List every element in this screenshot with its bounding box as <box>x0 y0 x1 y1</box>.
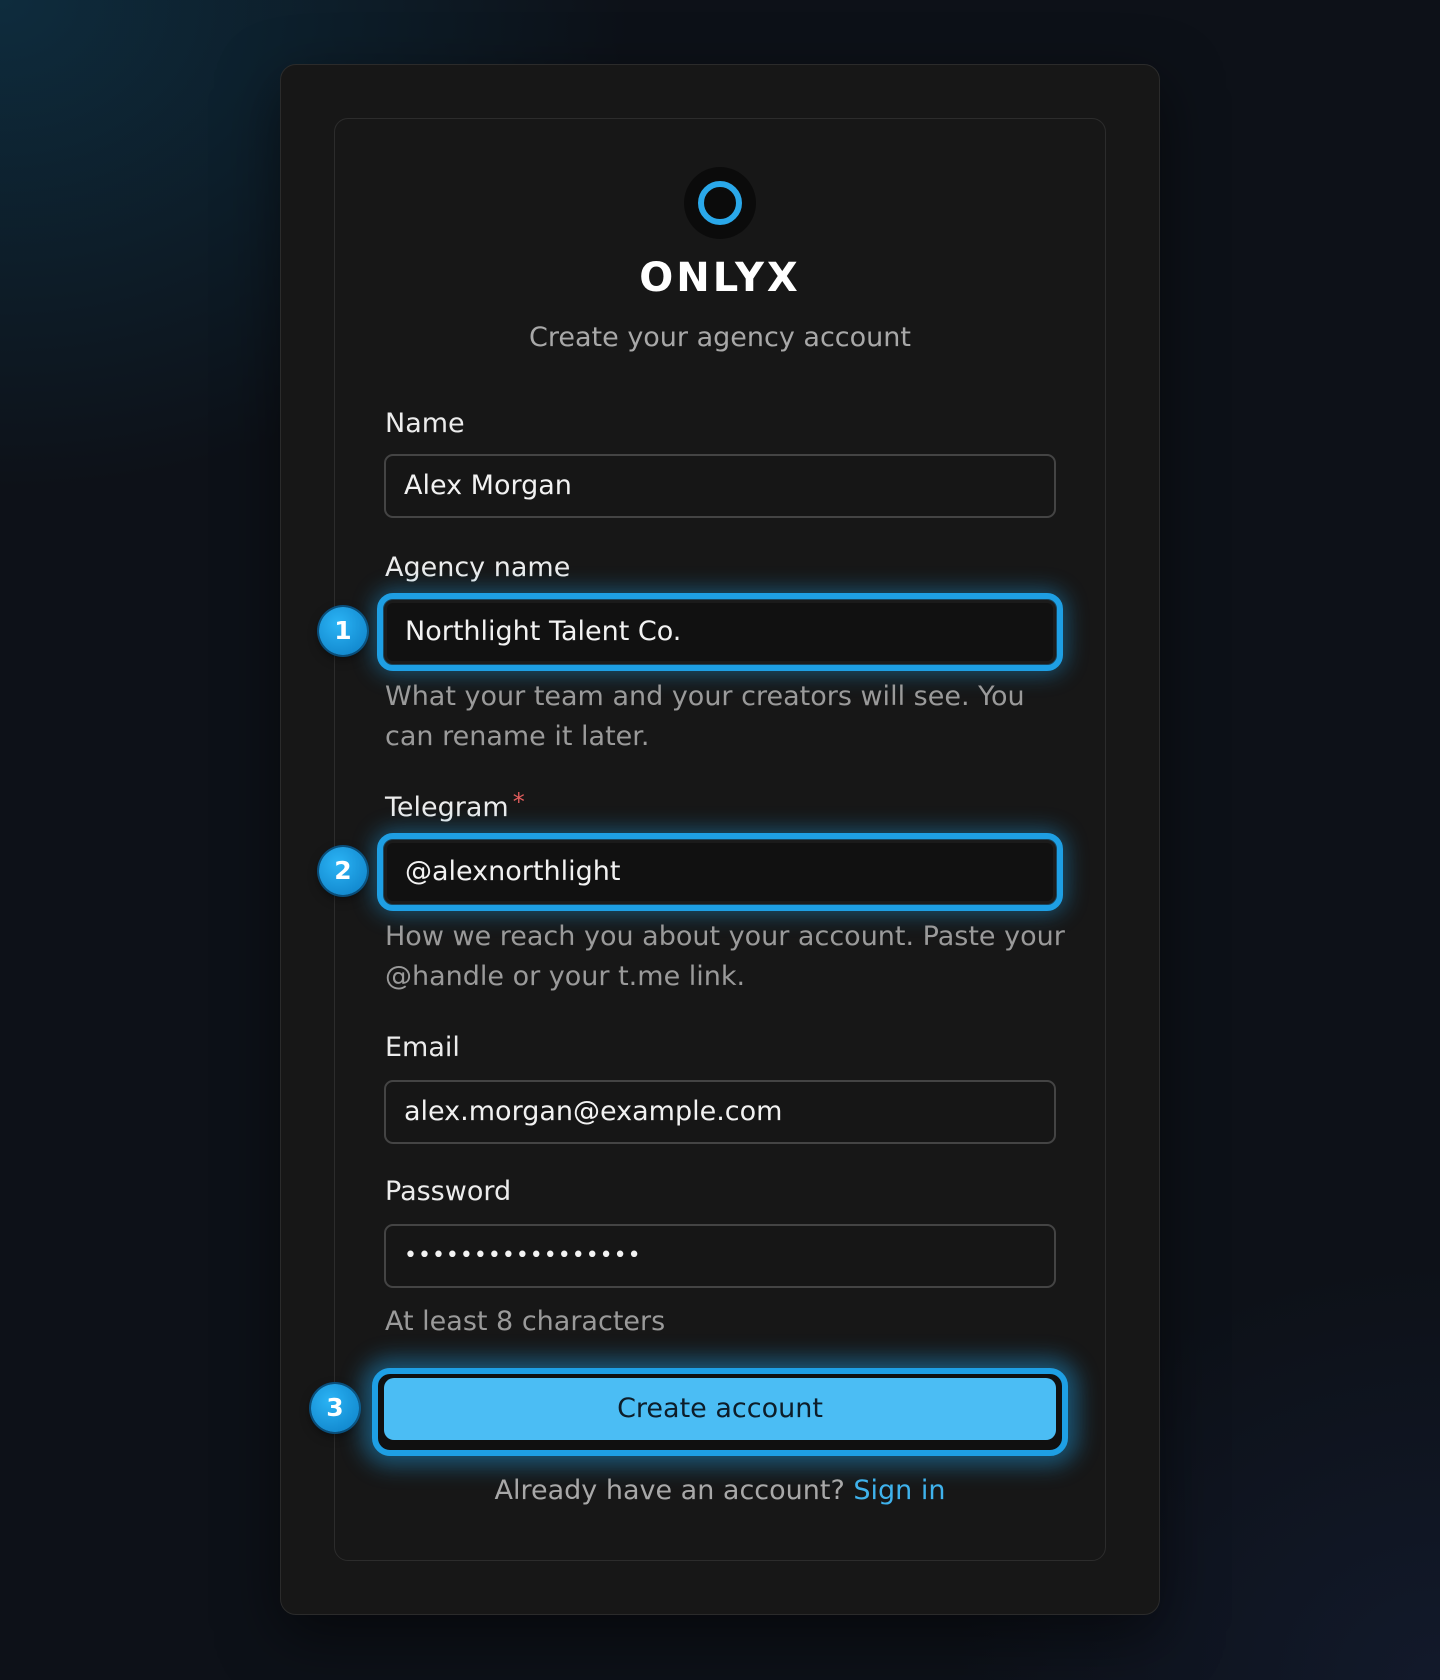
annotation-badge-3: 3 <box>311 1384 359 1432</box>
sign-in-link[interactable]: Sign in <box>853 1475 945 1506</box>
annotation-badge-2: 2 <box>319 847 367 895</box>
agency-name-label: Agency name <box>385 552 571 583</box>
annotation-badge-1: 1 <box>319 607 367 655</box>
logo-ring <box>698 181 742 225</box>
brand-name: ONLYX <box>639 255 801 301</box>
logo-icon <box>684 167 756 239</box>
telegram-input[interactable]: @alexnorthlight <box>377 833 1063 911</box>
signin-prompt: Already have an account? <box>494 1475 845 1506</box>
telegram-label-text: Telegram <box>385 792 509 823</box>
page-subtitle: Create your agency account <box>529 322 911 353</box>
create-account-button[interactable]: Create account <box>384 1378 1056 1440</box>
email-input[interactable]: alex.morgan@example.com <box>384 1080 1056 1144</box>
telegram-label: Telegram * <box>385 788 525 826</box>
agency-name-input[interactable]: Northlight Talent Co. <box>377 593 1063 671</box>
telegram-hint: How we reach you about your account. Pas… <box>385 921 1065 992</box>
name-label: Name <box>385 408 465 439</box>
agency-name-hint: What your team and your creators will se… <box>385 681 1025 752</box>
email-label: Email <box>385 1032 460 1063</box>
password-input[interactable]: ••••••••••••••••• <box>384 1224 1056 1288</box>
required-asterisk: * <box>512 788 525 816</box>
name-input[interactable]: Alex Morgan <box>384 454 1056 518</box>
signin-row: Already have an account? Sign in <box>370 1471 1070 1511</box>
password-hint: At least 8 characters <box>385 1306 666 1337</box>
password-label: Password <box>385 1176 512 1207</box>
